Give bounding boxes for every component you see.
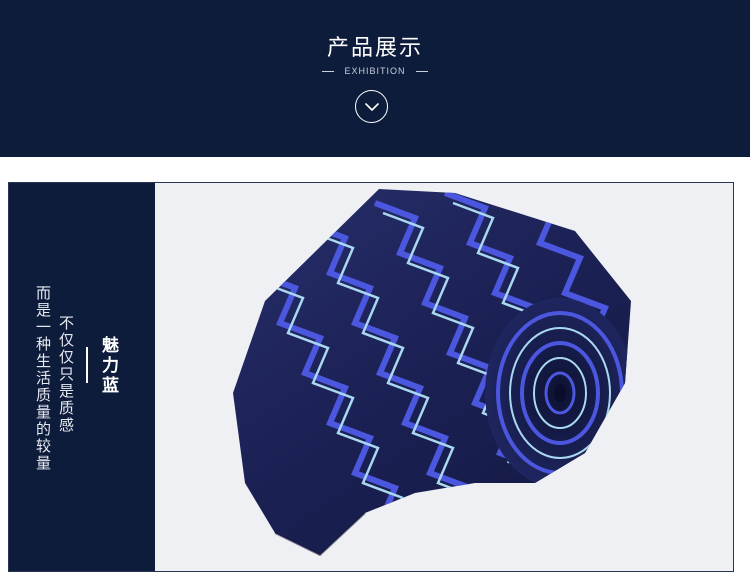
slogan-line-2: 而是一种生活质量的较量 bbox=[34, 285, 52, 472]
slogan-line-1: 不仅仅只是质感 bbox=[57, 315, 75, 434]
product-photo bbox=[155, 183, 733, 571]
section-title: 产品展示 bbox=[326, 36, 423, 61]
exhibition-header: 产品展示 EXHIBITION bbox=[0, 0, 750, 157]
subtitle-line-left bbox=[322, 70, 335, 72]
chevron-down-icon bbox=[364, 102, 379, 111]
color-name: 魅力蓝 bbox=[98, 336, 118, 396]
scroll-down-button[interactable] bbox=[355, 90, 388, 123]
subtitle-row: EXHIBITION bbox=[0, 64, 750, 78]
subtitle-line-right bbox=[415, 70, 428, 72]
tie-image bbox=[233, 189, 631, 557]
section-subtitle: EXHIBITION bbox=[344, 66, 406, 76]
text-divider bbox=[86, 347, 88, 383]
